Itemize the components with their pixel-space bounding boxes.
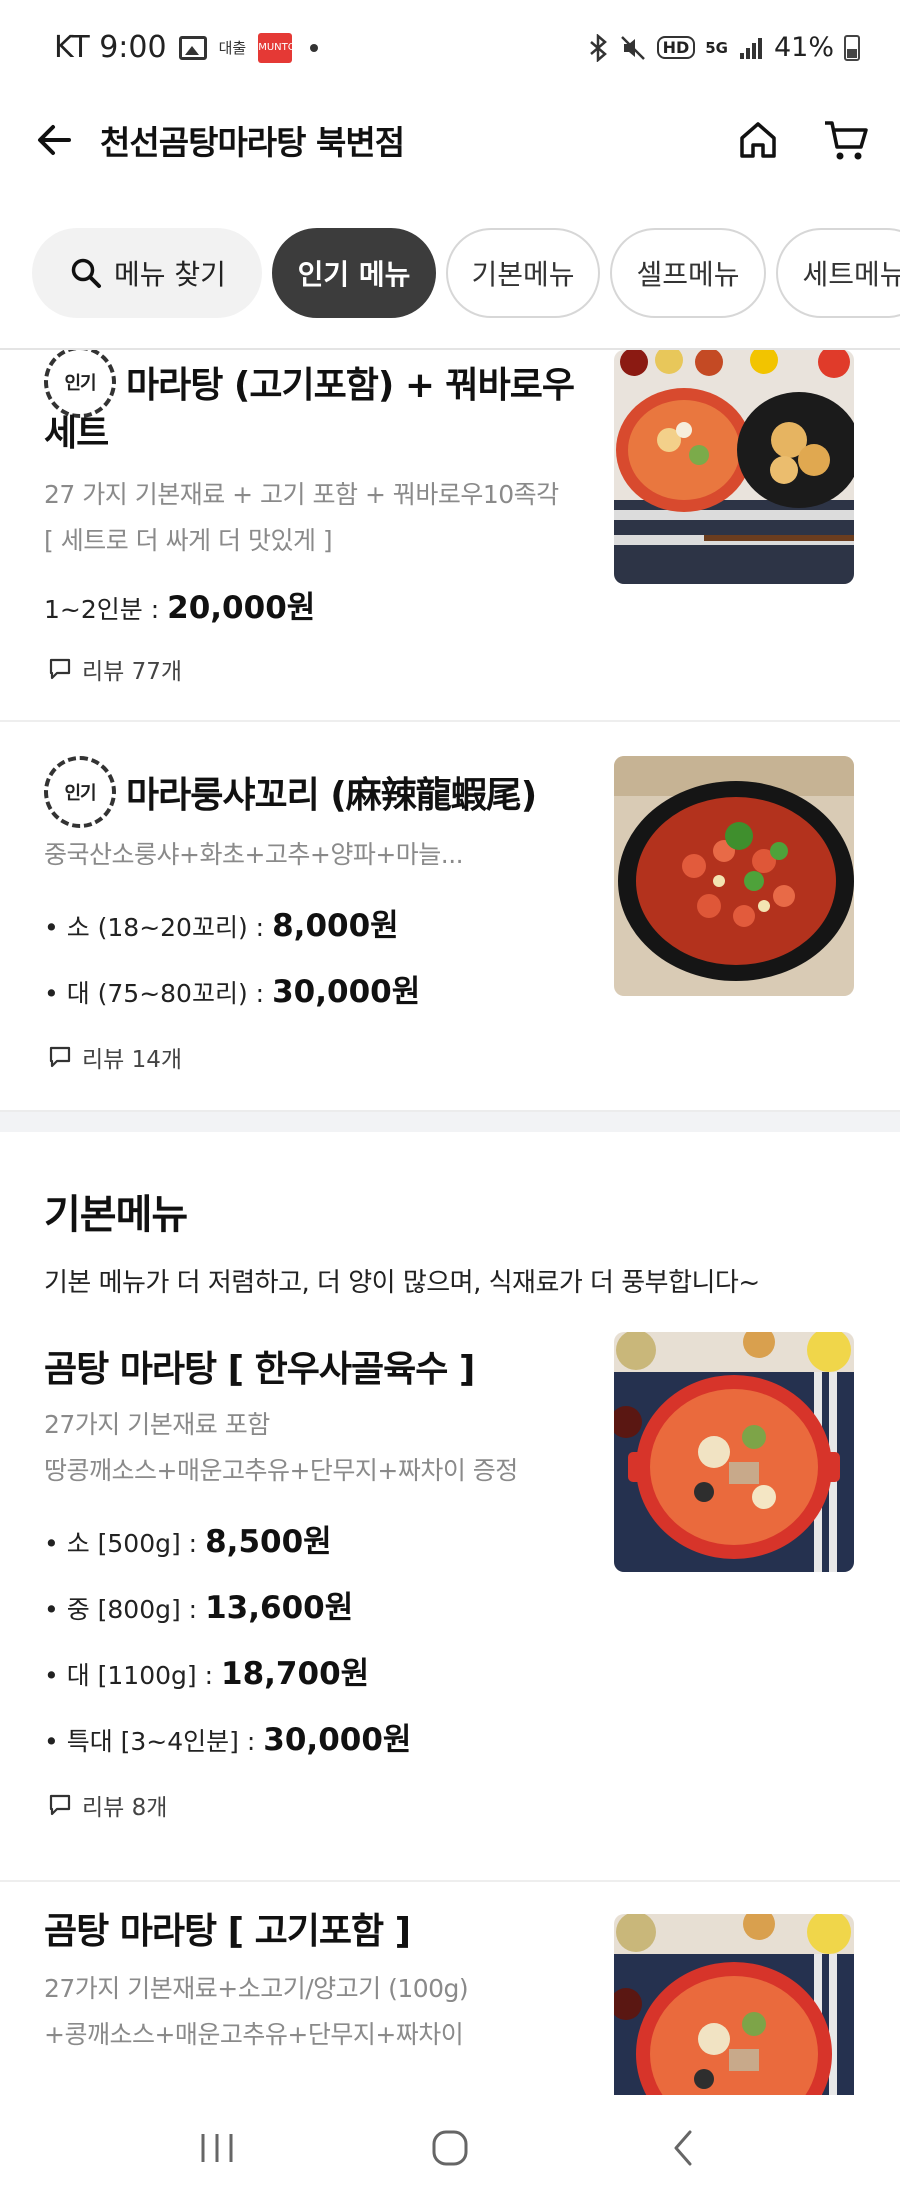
price-line: • 대 [1100g] : 18,700원 <box>44 1648 369 1693</box>
signal-icon <box>739 37 762 59</box>
speech-bubble-icon <box>49 1794 71 1816</box>
battery-percent: 41% <box>773 32 834 63</box>
price-value: 13,600원 <box>205 1590 354 1626</box>
price-value: 30,000원 <box>263 1722 412 1758</box>
page-title: 천선곰탕마라탕 북변점 <box>100 123 405 162</box>
chevron-left-icon <box>674 2130 692 2165</box>
search-icon <box>71 258 101 288</box>
section-title-basic: 기본메뉴 <box>44 1192 188 1238</box>
price-line: • 중 [800g] : 13,600원 <box>44 1582 353 1627</box>
menu-item-title: 마라탕 (고기포함) + 꿔바로우 <box>126 365 575 406</box>
system-back-button[interactable] <box>643 2118 723 2178</box>
price-label: • 중 [800g] : <box>44 1595 198 1624</box>
menu-item-title: 곰탕 마라탕 [ 고기포함 ] <box>44 1911 411 1952</box>
loan-app-icon: 대출 <box>218 39 247 57</box>
munto-app-icon: MUNTO <box>258 32 296 63</box>
price-value: 18,700원 <box>221 1656 370 1692</box>
cart-button[interactable] <box>822 116 870 164</box>
menu-category-tabs: 메뉴 찾기 인기 메뉴 기본메뉴 셀프메뉴 세트메뉴 <box>32 228 900 320</box>
desc-line: +콩깨소스+매운고추유+단무지+짜차이 <box>44 2020 464 2049</box>
bluetooth-icon <box>589 33 607 62</box>
price-line: • 특대 [3~4인분] : 30,000원 <box>44 1714 411 1759</box>
desc-line: [ 세트로 더 싸게 더 맛있게 ] <box>44 526 333 555</box>
menu-item-desc: 중국산소룽샤+화초+고추+양파+마늘... <box>44 840 464 869</box>
tab-popular[interactable]: 인기 메뉴 <box>272 228 436 318</box>
menu-item-title-row: 인기 마라탕 (고기포함) + 꿔바로우 <box>44 350 575 418</box>
recent-apps-icon <box>201 2133 233 2162</box>
home-button[interactable] <box>734 116 782 164</box>
review-count: 리뷰 77개 <box>48 652 182 686</box>
price-value: 30,000원 <box>272 974 421 1010</box>
back-arrow-icon <box>38 125 71 155</box>
hd-icon: HD <box>656 36 696 59</box>
menu-item-title-row: 인기 마라룽샤꼬리 (麻辣龍蝦尾) <box>44 756 537 828</box>
menu-item-photo <box>614 350 854 584</box>
menu-item-crayfish-tail[interactable]: 인기 마라룽샤꼬리 (麻辣龍蝦尾) 중국산소룽샤+화초+고추+양파+마늘... … <box>0 722 900 1110</box>
price-label: • 대 (75~80꼬리) : <box>44 979 265 1008</box>
battery-icon <box>844 34 860 61</box>
menu-item-photo <box>614 1914 854 2095</box>
cart-icon <box>825 121 868 160</box>
price-label: • 특대 [3~4인분] : <box>44 1727 256 1756</box>
home-icon <box>740 122 776 158</box>
popular-badge: 인기 <box>44 756 116 828</box>
mute-icon <box>620 35 645 60</box>
home-circle-icon <box>432 2130 468 2165</box>
menu-item-photo <box>614 756 854 996</box>
menu-search-button[interactable]: 메뉴 찾기 <box>32 228 262 318</box>
speech-bubble-icon <box>49 658 71 680</box>
speech-bubble-icon <box>49 1046 71 1068</box>
menu-item-photo <box>614 1332 854 1572</box>
tab-set[interactable]: 세트메뉴 <box>776 228 900 318</box>
tab-basic[interactable]: 기본메뉴 <box>446 228 600 318</box>
menu-item-title: 곰탕 마라탕 [ 한우사골육수 ] <box>44 1349 475 1390</box>
price-line: 1~2인분 : 20,000원 <box>44 582 315 627</box>
price-value: 8,500원 <box>205 1524 332 1560</box>
price-value: 8,000원 <box>272 908 399 944</box>
gallery-icon <box>178 35 207 60</box>
menu-item-gomtang-malatang-beef-broth[interactable]: 곰탕 마라탕 [ 한우사골육수 ] 27가지 기본재료 포함 땅콩깨소스+매운고… <box>0 1320 900 1821</box>
menu-item-title-line2: 세트 <box>44 413 109 454</box>
menu-item-title: 마라룽샤꼬리 (麻辣龍蝦尾) <box>126 775 537 816</box>
desc-line: 27가지 기본재료+소고기/양고기 (100g) <box>44 1974 469 2003</box>
status-bar: KT 9:00 대출 MUNTO HD 5G 41% <box>0 0 900 95</box>
menu-item-malatang-set[interactable]: 인기 마라탕 (고기포함) + 꿔바로우 세트 27 가지 기본재료 + 고기 … <box>0 350 900 720</box>
app-header: 천선곰탕마라탕 북변점 <box>0 95 900 185</box>
price-line: • 소 [500g] : 8,500원 <box>44 1516 332 1561</box>
review-label: 리뷰 8개 <box>82 1795 168 1821</box>
system-home-button[interactable] <box>410 2118 490 2178</box>
review-count: 리뷰 8개 <box>48 1788 167 1822</box>
desc-line: 땅콩깨소스+매운고추유+단무지+짜차이 증정 <box>44 1456 518 1485</box>
price-label: • 소 [500g] : <box>44 1529 198 1558</box>
price-label: 1~2인분 : <box>44 595 160 624</box>
review-count: 리뷰 14개 <box>48 1040 182 1074</box>
recent-apps-button[interactable] <box>177 2118 257 2178</box>
section-desc-basic: 기본 메뉴가 더 저렴하고, 더 양이 많으며, 식재료가 더 풍부합니다~ <box>44 1268 760 1298</box>
system-nav-bar <box>0 2095 900 2200</box>
price-label: • 소 (18~20꼬리) : <box>44 913 265 942</box>
back-button[interactable] <box>30 115 80 165</box>
section-gap <box>0 1110 900 1132</box>
carrier-time: KT 9:00 <box>54 30 167 65</box>
price-label: • 대 [1100g] : <box>44 1661 214 1690</box>
menu-item-desc: 27 가지 기본재료 + 고기 포함 + 꿔바로우10족각 [ 세트로 더 싸게… <box>44 472 559 564</box>
5g-icon: 5G <box>705 38 728 57</box>
menu-search-label: 메뉴 찾기 <box>114 258 226 291</box>
price-value: 20,000원 <box>167 590 316 626</box>
menu-item-gomtang-malatang-with-meat[interactable]: 곰탕 마라탕 [ 고기포함 ] 27가지 기본재료+소고기/양고기 (100g)… <box>0 1882 900 2095</box>
price-line: • 소 (18~20꼬리) : 8,000원 <box>44 900 399 945</box>
menu-item-desc: 27가지 기본재료 포함 땅콩깨소스+매운고추유+단무지+짜차이 증정 <box>44 1402 518 1494</box>
price-line: • 대 (75~80꼬리) : 30,000원 <box>44 966 420 1011</box>
menu-list: 인기 마라탕 (고기포함) + 꿔바로우 세트 27 가지 기본재료 + 고기 … <box>0 350 900 2095</box>
notification-dot-icon <box>310 43 319 52</box>
tab-self[interactable]: 셀프메뉴 <box>610 228 766 318</box>
desc-line: 27가지 기본재료 포함 <box>44 1410 270 1439</box>
menu-item-desc: 27가지 기본재료+소고기/양고기 (100g) +콩깨소스+매운고추유+단무지… <box>44 1966 469 2058</box>
review-label: 리뷰 14개 <box>82 1047 183 1073</box>
desc-line: 27 가지 기본재료 + 고기 포함 + 꿔바로우10족각 <box>44 480 559 509</box>
review-label: 리뷰 77개 <box>82 659 183 685</box>
